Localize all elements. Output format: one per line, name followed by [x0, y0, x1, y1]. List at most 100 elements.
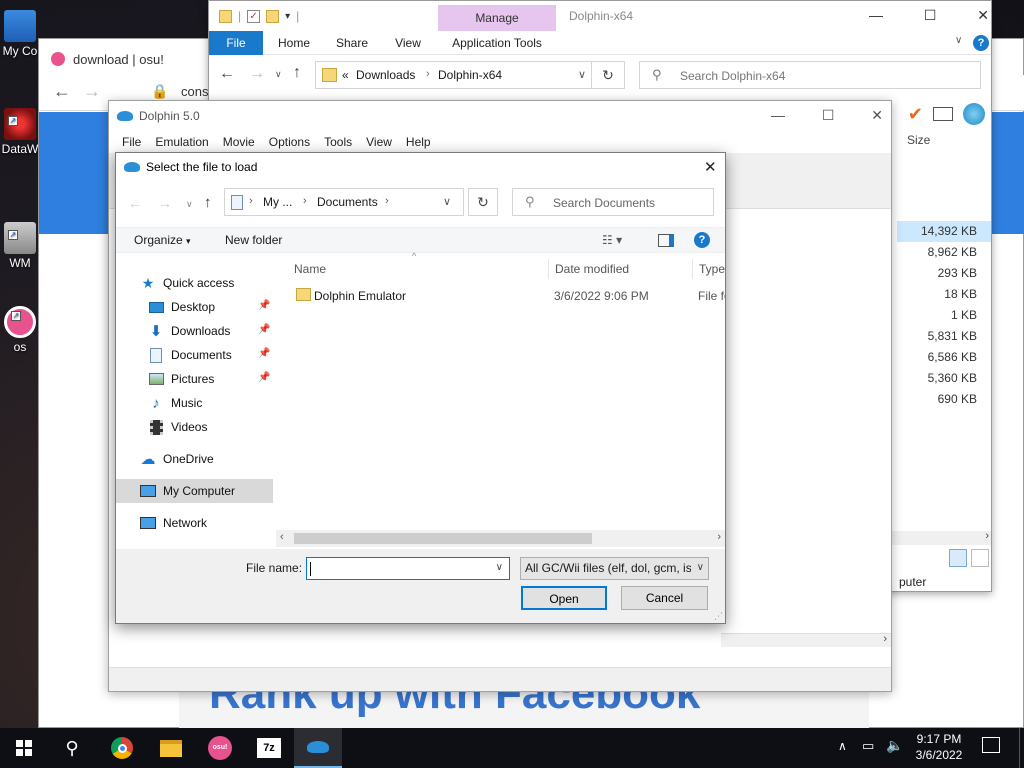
chevron-down-icon[interactable]: ∨ [496, 562, 503, 573]
menu-tools[interactable]: Tools [317, 131, 359, 153]
file-list-hscrollbar[interactable]: ‹ › [276, 530, 725, 547]
recent-locations-icon[interactable]: ∨ [186, 199, 193, 210]
taskbar-chrome[interactable] [98, 728, 146, 768]
nav-quick-access[interactable]: ★ Quick access [140, 271, 235, 295]
resize-grip-icon[interactable]: ⋰ [714, 611, 723, 622]
close-icon[interactable]: ✕ [704, 158, 717, 176]
taskbar-7zip[interactable]: 7z [245, 728, 293, 768]
large-icons-view-icon[interactable] [971, 549, 989, 567]
properties-icon[interactable]: ✓ [247, 9, 261, 23]
organize-button[interactable]: Organize ▾ [134, 233, 191, 247]
window-icon[interactable] [933, 107, 953, 121]
recent-locations-icon[interactable]: ∨ [275, 69, 282, 80]
taskbar-osu[interactable]: osu! [196, 728, 244, 768]
dialog-address-bar[interactable]: › My ... › Documents › ∨ [224, 188, 464, 216]
nav-my-computer[interactable]: My Computer [140, 479, 235, 503]
forward-arrow-icon[interactable]: → [158, 195, 172, 211]
forward-arrow-icon[interactable]: → [83, 81, 101, 102]
size-column-header[interactable]: Size [907, 133, 930, 147]
chevron-up-icon[interactable]: ∧ [838, 739, 847, 753]
breadcrumb-overflow[interactable]: « [342, 68, 349, 82]
chevron-right-icon[interactable]: › [717, 531, 721, 543]
help-icon[interactable]: ? [694, 232, 710, 248]
chevron-down-icon[interactable]: ∨ [443, 195, 451, 208]
chevron-down-icon[interactable]: ∨ [578, 68, 586, 81]
start-button[interactable] [0, 728, 48, 768]
browser-tab[interactable]: download | osu! [51, 45, 164, 73]
desktop-icon-osu[interactable]: ↗ os [0, 306, 40, 354]
file-type-select[interactable]: All GC/Wii files (elf, dol, gcm, is ∨ [520, 557, 709, 580]
scroll-thumb[interactable] [294, 533, 592, 544]
taskbar-file-explorer[interactable] [147, 728, 195, 768]
file-name-input[interactable]: ∨ [306, 557, 510, 580]
tab-home[interactable]: Home [269, 31, 319, 55]
nav-music[interactable]: ♪ Music [148, 391, 202, 415]
nav-network[interactable]: Network [140, 511, 207, 535]
checkmark-icon[interactable]: ✔ [908, 104, 923, 125]
breadcrumb-my-computer[interactable]: My ... [263, 195, 292, 209]
up-arrow-icon[interactable]: ↑ [204, 194, 212, 211]
menu-view[interactable]: View [359, 131, 399, 153]
nav-onedrive[interactable]: ☁ OneDrive [140, 447, 214, 471]
details-view-icon[interactable] [949, 549, 967, 567]
menu-file[interactable]: File [115, 131, 148, 153]
column-type[interactable]: Type [692, 259, 725, 279]
chevron-down-icon[interactable]: ∨ [955, 35, 962, 46]
address-bar-text[interactable]: cons [181, 84, 208, 99]
refresh-button[interactable]: ↻ [468, 188, 498, 216]
nav-downloads[interactable]: ⬇ Downloads 📌 [148, 319, 271, 343]
new-folder-icon[interactable] [266, 9, 280, 23]
breadcrumb-dolphin-x64[interactable]: Dolphin-x64 [438, 68, 502, 82]
taskbar-dolphin[interactable] [294, 728, 342, 768]
column-name[interactable]: Name [292, 259, 548, 279]
pin-icon[interactable]: 📌 [258, 348, 270, 362]
maximize-icon[interactable]: ☐ [924, 7, 937, 24]
refresh-button[interactable]: ↻ [591, 61, 625, 89]
new-folder-button[interactable]: New folder [225, 233, 282, 247]
chevron-left-icon[interactable]: ‹ [280, 531, 284, 543]
folder-icon[interactable] [219, 9, 232, 23]
view-options-icon[interactable]: ☷ ▾ [602, 233, 622, 247]
show-desktop-button[interactable] [1019, 728, 1020, 768]
help-icon[interactable]: ? [973, 35, 989, 51]
back-arrow-icon[interactable]: ← [128, 195, 142, 211]
nav-desktop[interactable]: Desktop 📌 [148, 295, 270, 319]
maximize-icon[interactable]: ☐ [822, 107, 835, 124]
breadcrumb-downloads[interactable]: Downloads [356, 68, 415, 82]
customize-toolbar-icon[interactable]: ▾ [285, 11, 290, 22]
tab-share[interactable]: Share [327, 31, 377, 55]
back-arrow-icon[interactable]: ← [53, 81, 71, 102]
close-icon[interactable]: ✕ [871, 107, 883, 124]
pin-icon[interactable]: 📌 [258, 372, 270, 386]
menu-emulation[interactable]: Emulation [148, 131, 215, 153]
volume-icon[interactable]: 🔈 [886, 737, 903, 754]
explorer-hscrollbar[interactable]: › [892, 530, 991, 545]
file-row[interactable]: Dolphin Emulator 3/6/2022 9:06 PM File f… [292, 285, 725, 307]
network-icon[interactable]: ▭ [862, 738, 874, 754]
tab-view[interactable]: View [385, 31, 431, 55]
cancel-button[interactable]: Cancel [621, 586, 708, 610]
forward-arrow-icon[interactable]: → [249, 65, 265, 83]
minimize-icon[interactable]: — [869, 7, 883, 24]
close-icon[interactable]: ✕ [977, 7, 989, 24]
tab-file[interactable]: File [209, 31, 263, 55]
manage-context-tab[interactable]: Manage [438, 5, 556, 31]
desktop-icon-dataw[interactable]: ↗ DataW [0, 108, 40, 156]
dolphin-scrollbar[interactable]: › [721, 633, 891, 647]
open-button[interactable]: Open [521, 586, 607, 610]
nav-videos[interactable]: Videos [148, 415, 207, 439]
up-arrow-icon[interactable]: ↑ [293, 64, 301, 82]
tab-application-tools[interactable]: Application Tools [438, 31, 556, 55]
nav-documents[interactable]: Documents 📌 [148, 343, 270, 367]
pin-icon[interactable]: 📌 [258, 300, 270, 314]
shell-icon[interactable] [963, 103, 985, 125]
column-date-modified[interactable]: Date modified [548, 259, 692, 279]
dialog-search-input[interactable]: ⚲ Search Documents [512, 188, 714, 216]
menu-options[interactable]: Options [262, 131, 317, 153]
back-arrow-icon[interactable]: ← [219, 65, 235, 83]
menu-movie[interactable]: Movie [216, 131, 262, 153]
minimize-icon[interactable]: — [771, 107, 785, 124]
menu-help[interactable]: Help [399, 131, 438, 153]
explorer-address-bar[interactable]: « Downloads › Dolphin-x64 ∨ [315, 61, 625, 89]
desktop-icon-wm[interactable]: ↗ WM [0, 222, 40, 270]
